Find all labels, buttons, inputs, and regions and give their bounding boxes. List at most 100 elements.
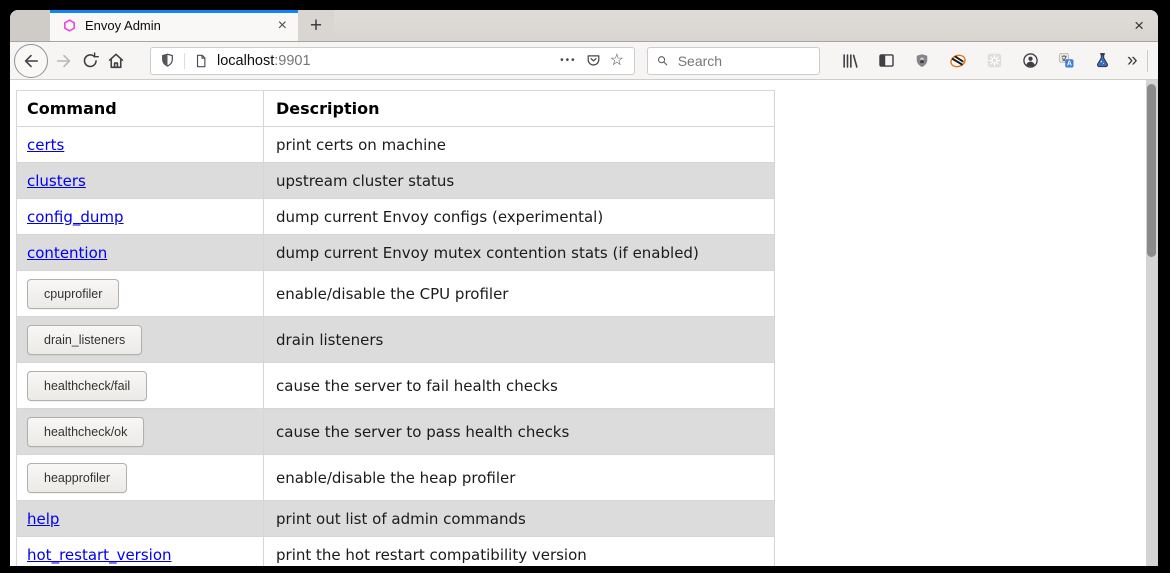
table-row: cpuprofiler enable/disable the CPU profil… <box>17 271 775 317</box>
url-host: localhost <box>217 53 274 69</box>
forward-button[interactable] <box>51 48 77 74</box>
disabled-extension-button[interactable] <box>981 48 1007 74</box>
command-cell: healthcheck/fail <box>17 363 264 409</box>
toolbar-separator <box>1147 50 1148 72</box>
menu-button[interactable] <box>1155 48 1158 74</box>
sidebar-button[interactable] <box>873 48 899 74</box>
browser-window: Envoy Admin × + × localhost:9901 ••• ☆ <box>10 10 1158 566</box>
scrollbar-thumb[interactable] <box>1147 84 1156 257</box>
description-cell: cause the server to fail health checks <box>264 363 775 409</box>
description-cell: drain listeners <box>264 317 775 363</box>
refresh-icon <box>81 51 100 70</box>
tab-close-icon[interactable]: × <box>275 18 290 34</box>
table-row: clusters upstream cluster status <box>17 163 775 199</box>
command-button-healthcheck-fail[interactable]: healthcheck/fail <box>27 371 147 401</box>
tab-bar: Envoy Admin × + × <box>10 10 1158 42</box>
forward-icon <box>54 51 74 71</box>
toolbar-icons: A » <box>837 48 1140 74</box>
command-cell: contention <box>17 235 264 271</box>
column-header-command: Command <box>17 91 264 127</box>
description-cell: enable/disable the heap profiler <box>264 455 775 501</box>
new-tab-button[interactable]: + <box>298 10 334 41</box>
table-row: hot_restart_version print the hot restart… <box>17 537 775 567</box>
translate-button[interactable]: A <box>1053 48 1079 74</box>
page-content: CommandDescription certs print certs on m… <box>10 80 1158 566</box>
tabbar-drag-space <box>10 10 50 41</box>
command-cell: certs <box>17 127 264 163</box>
shield-lock-icon <box>913 52 931 70</box>
shield-lock-extension-button[interactable] <box>909 48 935 74</box>
command-table-body: certs print certs on machine clusters upstr… <box>17 127 775 567</box>
url-bar[interactable]: localhost:9901 ••• ☆ <box>150 47 635 75</box>
pocket-icon[interactable] <box>585 52 602 69</box>
command-link-clusters[interactable]: clusters <box>27 172 86 190</box>
table-row: config_dump dump current Envoy configs (e… <box>17 199 775 235</box>
command-link-certs[interactable]: certs <box>27 136 64 154</box>
refresh-button[interactable] <box>77 48 103 74</box>
command-cell: drain_listeners <box>17 317 264 363</box>
command-link-help[interactable]: help <box>27 510 59 528</box>
page-scrollbar[interactable] <box>1146 80 1158 566</box>
privacy-badger-icon <box>948 51 968 71</box>
back-button[interactable] <box>14 44 48 78</box>
bookmark-star-icon[interactable]: ☆ <box>610 53 624 69</box>
description-cell: cause the server to pass health checks <box>264 409 775 455</box>
privacy-badger-button[interactable] <box>945 48 971 74</box>
tab-envoy-admin[interactable]: Envoy Admin × <box>50 10 298 41</box>
command-link-hot-restart-version[interactable]: hot_restart_version <box>27 546 172 564</box>
description-cell: enable/disable the CPU profiler <box>264 271 775 317</box>
page-actions-icon[interactable]: ••• <box>560 55 577 66</box>
column-header-description: Description <box>264 91 775 127</box>
table-row: heapprofiler enable/disable the heap prof… <box>17 455 775 501</box>
table-row: contention dump current Envoy mutex conte… <box>17 235 775 271</box>
command-cell: hot_restart_version <box>17 537 264 567</box>
table-row: healthcheck/fail cause the server to fail… <box>17 363 775 409</box>
urlbar-divider <box>184 53 185 69</box>
navigation-toolbar: localhost:9901 ••• ☆ <box>10 42 1158 80</box>
envoy-hexagon-icon <box>62 18 77 33</box>
library-icon <box>840 51 860 71</box>
command-cell: heapprofiler <box>17 455 264 501</box>
containers-flask-icon <box>1093 51 1112 70</box>
command-cell: healthcheck/ok <box>17 409 264 455</box>
description-cell: upstream cluster status <box>264 163 775 199</box>
screenshot-stage: Envoy Admin × + × localhost:9901 ••• ☆ <box>0 0 1170 573</box>
url-port: :9901 <box>274 53 310 69</box>
containers-button[interactable] <box>1089 48 1115 74</box>
command-button-healthcheck-ok[interactable]: healthcheck/ok <box>27 417 144 447</box>
description-cell: print out list of admin commands <box>264 501 775 537</box>
command-cell: clusters <box>17 163 264 199</box>
library-button[interactable] <box>837 48 863 74</box>
admin-commands-table: CommandDescription certs print certs on m… <box>16 90 775 566</box>
search-bar[interactable] <box>647 47 820 75</box>
command-button-cpuprofiler[interactable]: cpuprofiler <box>27 279 119 309</box>
table-row: certs print certs on machine <box>17 127 775 163</box>
description-cell: print certs on machine <box>264 127 775 163</box>
page-info-icon[interactable] <box>193 53 209 69</box>
table-row: help print out list of admin commands <box>17 501 775 537</box>
url-text[interactable]: localhost:9901 <box>217 53 552 69</box>
home-button[interactable] <box>103 48 129 74</box>
table-header-row: CommandDescription <box>17 91 775 127</box>
table-row: healthcheck/ok cause the server to pass h… <box>17 409 775 455</box>
back-icon <box>21 51 41 71</box>
description-cell: dump current Envoy configs (experimental… <box>264 199 775 235</box>
table-row: drain_listeners drain listeners <box>17 317 775 363</box>
translate-icon: A <box>1057 51 1076 70</box>
account-icon <box>1021 51 1040 70</box>
description-cell: print the hot restart compatibility vers… <box>264 537 775 567</box>
sidebar-icon <box>877 51 896 70</box>
command-button-heapprofiler[interactable]: heapprofiler <box>27 463 127 493</box>
overflow-chevron-icon[interactable]: » <box>1125 51 1140 70</box>
account-button[interactable] <box>1017 48 1043 74</box>
command-cell: help <box>17 501 264 537</box>
window-close-button[interactable]: × <box>1134 17 1144 34</box>
search-input[interactable] <box>676 52 811 70</box>
command-link-config-dump[interactable]: config_dump <box>27 208 124 226</box>
tab-title: Envoy Admin <box>85 18 267 33</box>
description-cell: dump current Envoy mutex contention stat… <box>264 235 775 271</box>
command-link-contention[interactable]: contention <box>27 244 107 262</box>
tracking-protection-shield-icon[interactable] <box>159 52 176 69</box>
command-cell: config_dump <box>17 199 264 235</box>
command-button-drain-listeners[interactable]: drain_listeners <box>27 325 142 355</box>
